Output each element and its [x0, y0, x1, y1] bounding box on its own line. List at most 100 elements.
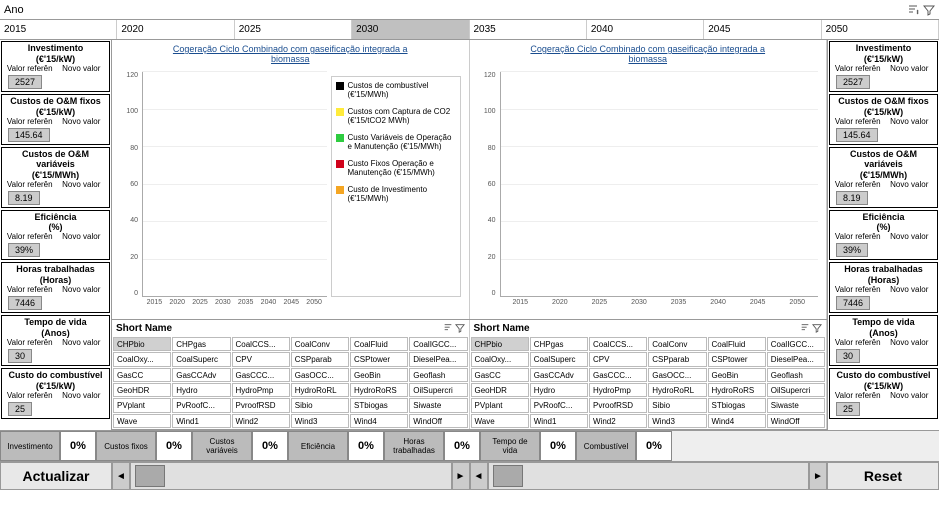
param-value[interactable]: 7446: [836, 296, 870, 310]
tech-CHPbio[interactable]: CHPbio: [113, 337, 171, 351]
slider-value[interactable]: 0%: [444, 431, 480, 461]
year-2015[interactable]: 2015: [0, 20, 117, 39]
tech-CSPparab[interactable]: CSPparab: [648, 352, 706, 366]
tech-OilSupercri[interactable]: OilSupercri: [409, 383, 467, 397]
slider-value[interactable]: 0%: [156, 431, 192, 461]
tech-GasCCAdv[interactable]: GasCCAdv: [530, 368, 588, 382]
tech-PVplant[interactable]: PVplant: [471, 398, 529, 412]
tech-DieselPea[interactable]: DieselPea...: [409, 352, 467, 366]
param-value[interactable]: 8.19: [836, 191, 868, 205]
tech-WindOff[interactable]: WindOff: [409, 414, 467, 428]
tech-HydroPmp[interactable]: HydroPmp: [589, 383, 647, 397]
tech-Geoflash[interactable]: Geoflash: [767, 368, 825, 382]
scroll-right-button[interactable]: ►: [452, 462, 470, 490]
year-2040[interactable]: 2040: [587, 20, 704, 39]
tech-PVplant[interactable]: PVplant: [113, 398, 171, 412]
tech-CSPtower[interactable]: CSPtower: [708, 352, 766, 366]
tech-Wind4[interactable]: Wind4: [708, 414, 766, 428]
param-value[interactable]: 2527: [8, 75, 42, 89]
tech-Wave[interactable]: Wave: [471, 414, 529, 428]
year-2025[interactable]: 2025: [235, 20, 352, 39]
param-value[interactable]: 2527: [836, 75, 870, 89]
tech-Wind2[interactable]: Wind2: [232, 414, 290, 428]
tech-GeoHDR[interactable]: GeoHDR: [113, 383, 171, 397]
tech-PvroofRSD[interactable]: PvroofRSD: [589, 398, 647, 412]
slider-value[interactable]: 0%: [348, 431, 384, 461]
tech-CoalConv[interactable]: CoalConv: [648, 337, 706, 351]
scroll-right-button-2[interactable]: ►: [809, 462, 827, 490]
tech-Wind3[interactable]: Wind3: [291, 414, 349, 428]
tech-CPV[interactable]: CPV: [589, 352, 647, 366]
tech-PvroofRSD[interactable]: PvroofRSD: [232, 398, 290, 412]
slider-value[interactable]: 0%: [252, 431, 288, 461]
tech-STbiogas[interactable]: STbiogas: [350, 398, 408, 412]
param-value[interactable]: 8.19: [8, 191, 40, 205]
tech-GasCCC[interactable]: GasCCC...: [589, 368, 647, 382]
tech-PvRoofC[interactable]: PvRoofC...: [530, 398, 588, 412]
sort-icon[interactable]: [443, 323, 453, 333]
filter-icon[interactable]: [812, 323, 822, 333]
scroll-thumb[interactable]: [493, 465, 523, 487]
tech-GeoBin[interactable]: GeoBin: [350, 368, 408, 382]
tech-DieselPea[interactable]: DieselPea...: [767, 352, 825, 366]
slider-value[interactable]: 0%: [60, 431, 96, 461]
tech-CoalOxy[interactable]: CoalOxy...: [113, 352, 171, 366]
tech-CSPparab[interactable]: CSPparab: [291, 352, 349, 366]
param-value[interactable]: 7446: [8, 296, 42, 310]
sort-icon[interactable]: [800, 323, 810, 333]
tech-CoalConv[interactable]: CoalConv: [291, 337, 349, 351]
tech-Hydro[interactable]: Hydro: [530, 383, 588, 397]
tech-Geoflash[interactable]: Geoflash: [409, 368, 467, 382]
tech-GasCC[interactable]: GasCC: [113, 368, 171, 382]
tech-GasOCC[interactable]: GasOCC...: [648, 368, 706, 382]
tech-Sibio[interactable]: Sibio: [648, 398, 706, 412]
tech-CHPgas[interactable]: CHPgas: [172, 337, 230, 351]
tech-GasOCC[interactable]: GasOCC...: [291, 368, 349, 382]
year-2050[interactable]: 2050: [822, 20, 939, 39]
tech-Sibio[interactable]: Sibio: [291, 398, 349, 412]
tech-CHPbio[interactable]: CHPbio: [471, 337, 529, 351]
tech-Wind1[interactable]: Wind1: [172, 414, 230, 428]
tech-CoalCCS[interactable]: CoalCCS...: [589, 337, 647, 351]
param-value[interactable]: 39%: [8, 243, 40, 257]
param-value[interactable]: 25: [8, 402, 32, 416]
tech-Wind1[interactable]: Wind1: [530, 414, 588, 428]
filter-icon[interactable]: [455, 323, 465, 333]
slider-value[interactable]: 0%: [636, 431, 672, 461]
tech-STbiogas[interactable]: STbiogas: [708, 398, 766, 412]
tech-Wind3[interactable]: Wind3: [648, 414, 706, 428]
tech-Wind4[interactable]: Wind4: [350, 414, 408, 428]
tech-GasCC[interactable]: GasCC: [471, 368, 529, 382]
param-value[interactable]: 145.64: [8, 128, 50, 142]
scroll-thumb[interactable]: [135, 465, 165, 487]
tech-WindOff[interactable]: WindOff: [767, 414, 825, 428]
tech-Wave[interactable]: Wave: [113, 414, 171, 428]
scroll-track-1[interactable]: [130, 462, 452, 490]
tech-HydroRoRS[interactable]: HydroRoRS: [350, 383, 408, 397]
sort-icon[interactable]: [907, 4, 919, 16]
tech-GeoHDR[interactable]: GeoHDR: [471, 383, 529, 397]
param-value[interactable]: 30: [836, 349, 860, 363]
tech-CoalCCS[interactable]: CoalCCS...: [232, 337, 290, 351]
tech-CoalIGCC[interactable]: CoalIGCC...: [409, 337, 467, 351]
tech-Siwaste[interactable]: Siwaste: [767, 398, 825, 412]
tech-CoalIGCC[interactable]: CoalIGCC...: [767, 337, 825, 351]
tech-CoalOxy[interactable]: CoalOxy...: [471, 352, 529, 366]
param-value[interactable]: 39%: [836, 243, 868, 257]
tech-Siwaste[interactable]: Siwaste: [409, 398, 467, 412]
tech-CoalFluid[interactable]: CoalFluid: [708, 337, 766, 351]
year-2020[interactable]: 2020: [117, 20, 234, 39]
year-2030[interactable]: 2030: [352, 20, 469, 39]
tech-OilSupercri[interactable]: OilSupercri: [767, 383, 825, 397]
tech-HydroRoRL[interactable]: HydroRoRL: [648, 383, 706, 397]
year-2045[interactable]: 2045: [704, 20, 821, 39]
slider-value[interactable]: 0%: [540, 431, 576, 461]
tech-HydroRoRS[interactable]: HydroRoRS: [708, 383, 766, 397]
tech-PvRoofC[interactable]: PvRoofC...: [172, 398, 230, 412]
param-value[interactable]: 30: [8, 349, 32, 363]
tech-CoalSuperc[interactable]: CoalSuperc: [530, 352, 588, 366]
tech-Hydro[interactable]: Hydro: [172, 383, 230, 397]
reset-button[interactable]: Reset: [827, 462, 939, 490]
tech-CHPgas[interactable]: CHPgas: [530, 337, 588, 351]
tech-HydroRoRL[interactable]: HydroRoRL: [291, 383, 349, 397]
